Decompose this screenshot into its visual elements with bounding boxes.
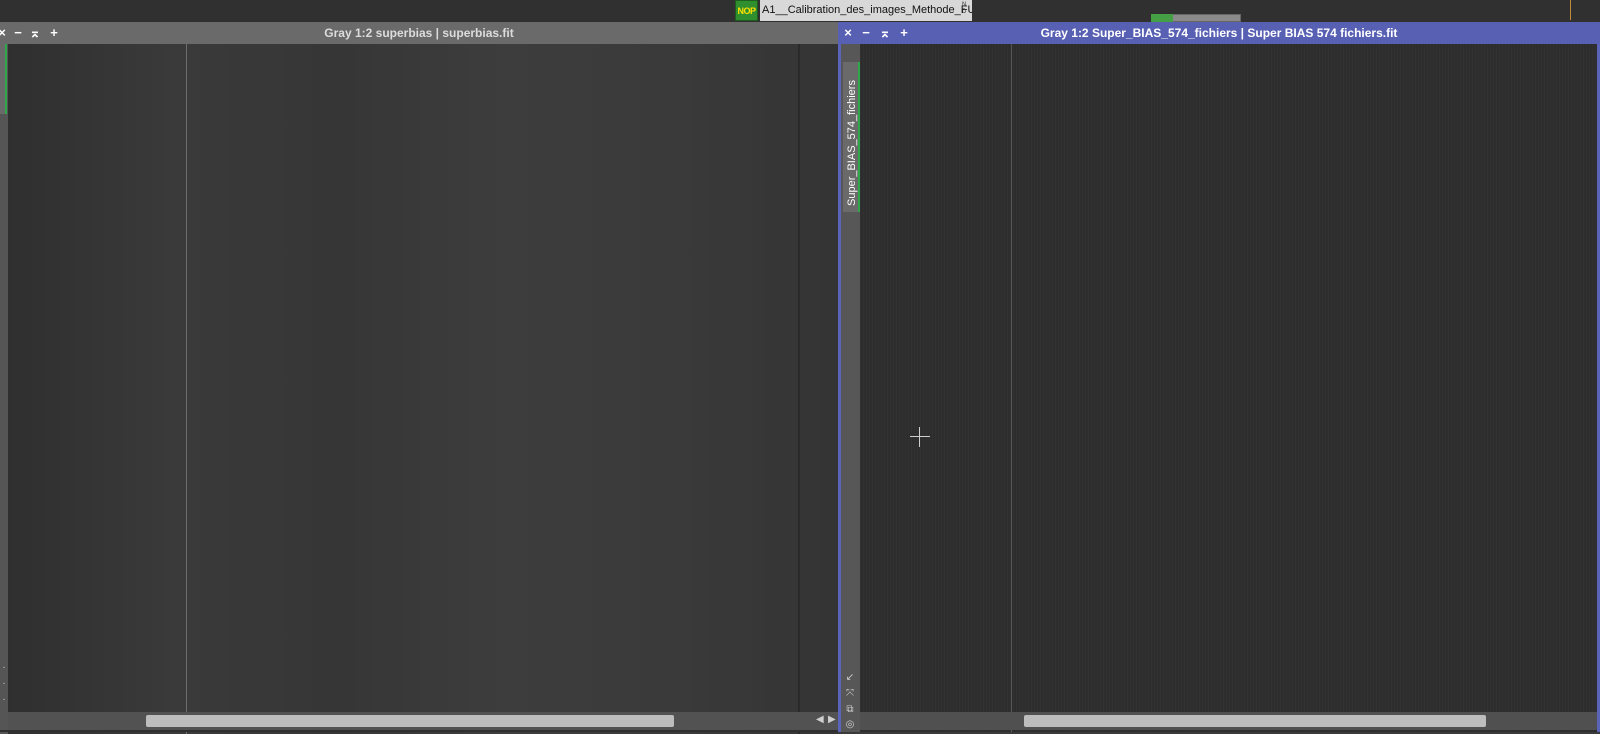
horizontal-scrollbar[interactable] [860,712,1597,730]
image-window-super-bias-574[interactable]: × − ⌅ + Gray 1:2 Super_BIAS_574_fichiers… [838,22,1600,732]
window-title: Gray 1:2 Super_BIAS_574_fichiers | Super… [1040,26,1398,40]
view-identifier-tab[interactable]: Super_BIAS_574_fichiers [843,62,861,212]
zoom-mode-icon[interactable]: ⤧ [843,688,857,699]
image-viewport[interactable] [860,44,1597,732]
image-window-superbias[interactable]: × − ⌅ + Gray 1:2 superbias | superbias.f… [0,22,838,734]
column-defect-line [186,44,187,734]
horizontal-scrollbar[interactable]: ◀ ▶ [8,712,838,730]
scrollbar-thumb[interactable] [146,715,674,727]
view-tool-icon[interactable]: · [0,694,11,705]
process-icon-label: NOP [737,5,756,16]
column-defect-line [798,44,800,734]
view-tool-icon[interactable]: · [0,662,11,673]
workspace-divider [1570,0,1571,20]
view-side-strip [0,44,8,734]
zoom-fit-icon[interactable]: ↙ [843,672,857,683]
view-identifier-label: Super_BIAS_574_fichiers [846,80,858,206]
process-tab-side-letters: N D [962,2,967,15]
view-tool-icon[interactable]: · [0,678,11,689]
process-container-tab[interactable]: A1__Calibration_des_images_Methode_FULL [760,0,972,21]
preview-icon[interactable]: ⧉ [843,704,857,715]
window-title: Gray 1:2 superbias | superbias.fit [324,26,514,40]
column-defect-line [1011,44,1012,732]
scroll-right-icon[interactable]: ▶ [828,714,836,725]
view-identifier-tab[interactable] [0,44,7,114]
view-side-strip: Super_BIAS_574_fichiers ↙ ⤧ ⧉ ◎ [841,44,861,732]
image-viewport[interactable] [8,44,838,734]
process-icon[interactable]: NOP [735,0,758,21]
target-icon[interactable]: ◎ [843,719,857,730]
crosshair-cursor [910,427,930,447]
window-titlebar[interactable]: × − ⌅ + Gray 1:2 Super_BIAS_574_fichiers… [838,22,1600,44]
workspace-top-bar: NOP A1__Calibration_des_images_Methode_F… [0,0,1600,22]
scrollbar-thumb[interactable] [1024,715,1486,727]
window-titlebar[interactable]: × − ⌅ + Gray 1:2 superbias | superbias.f… [0,22,838,44]
minimized-window-bar-indicator [1151,14,1173,22]
scroll-left-icon[interactable]: ◀ [816,714,824,725]
